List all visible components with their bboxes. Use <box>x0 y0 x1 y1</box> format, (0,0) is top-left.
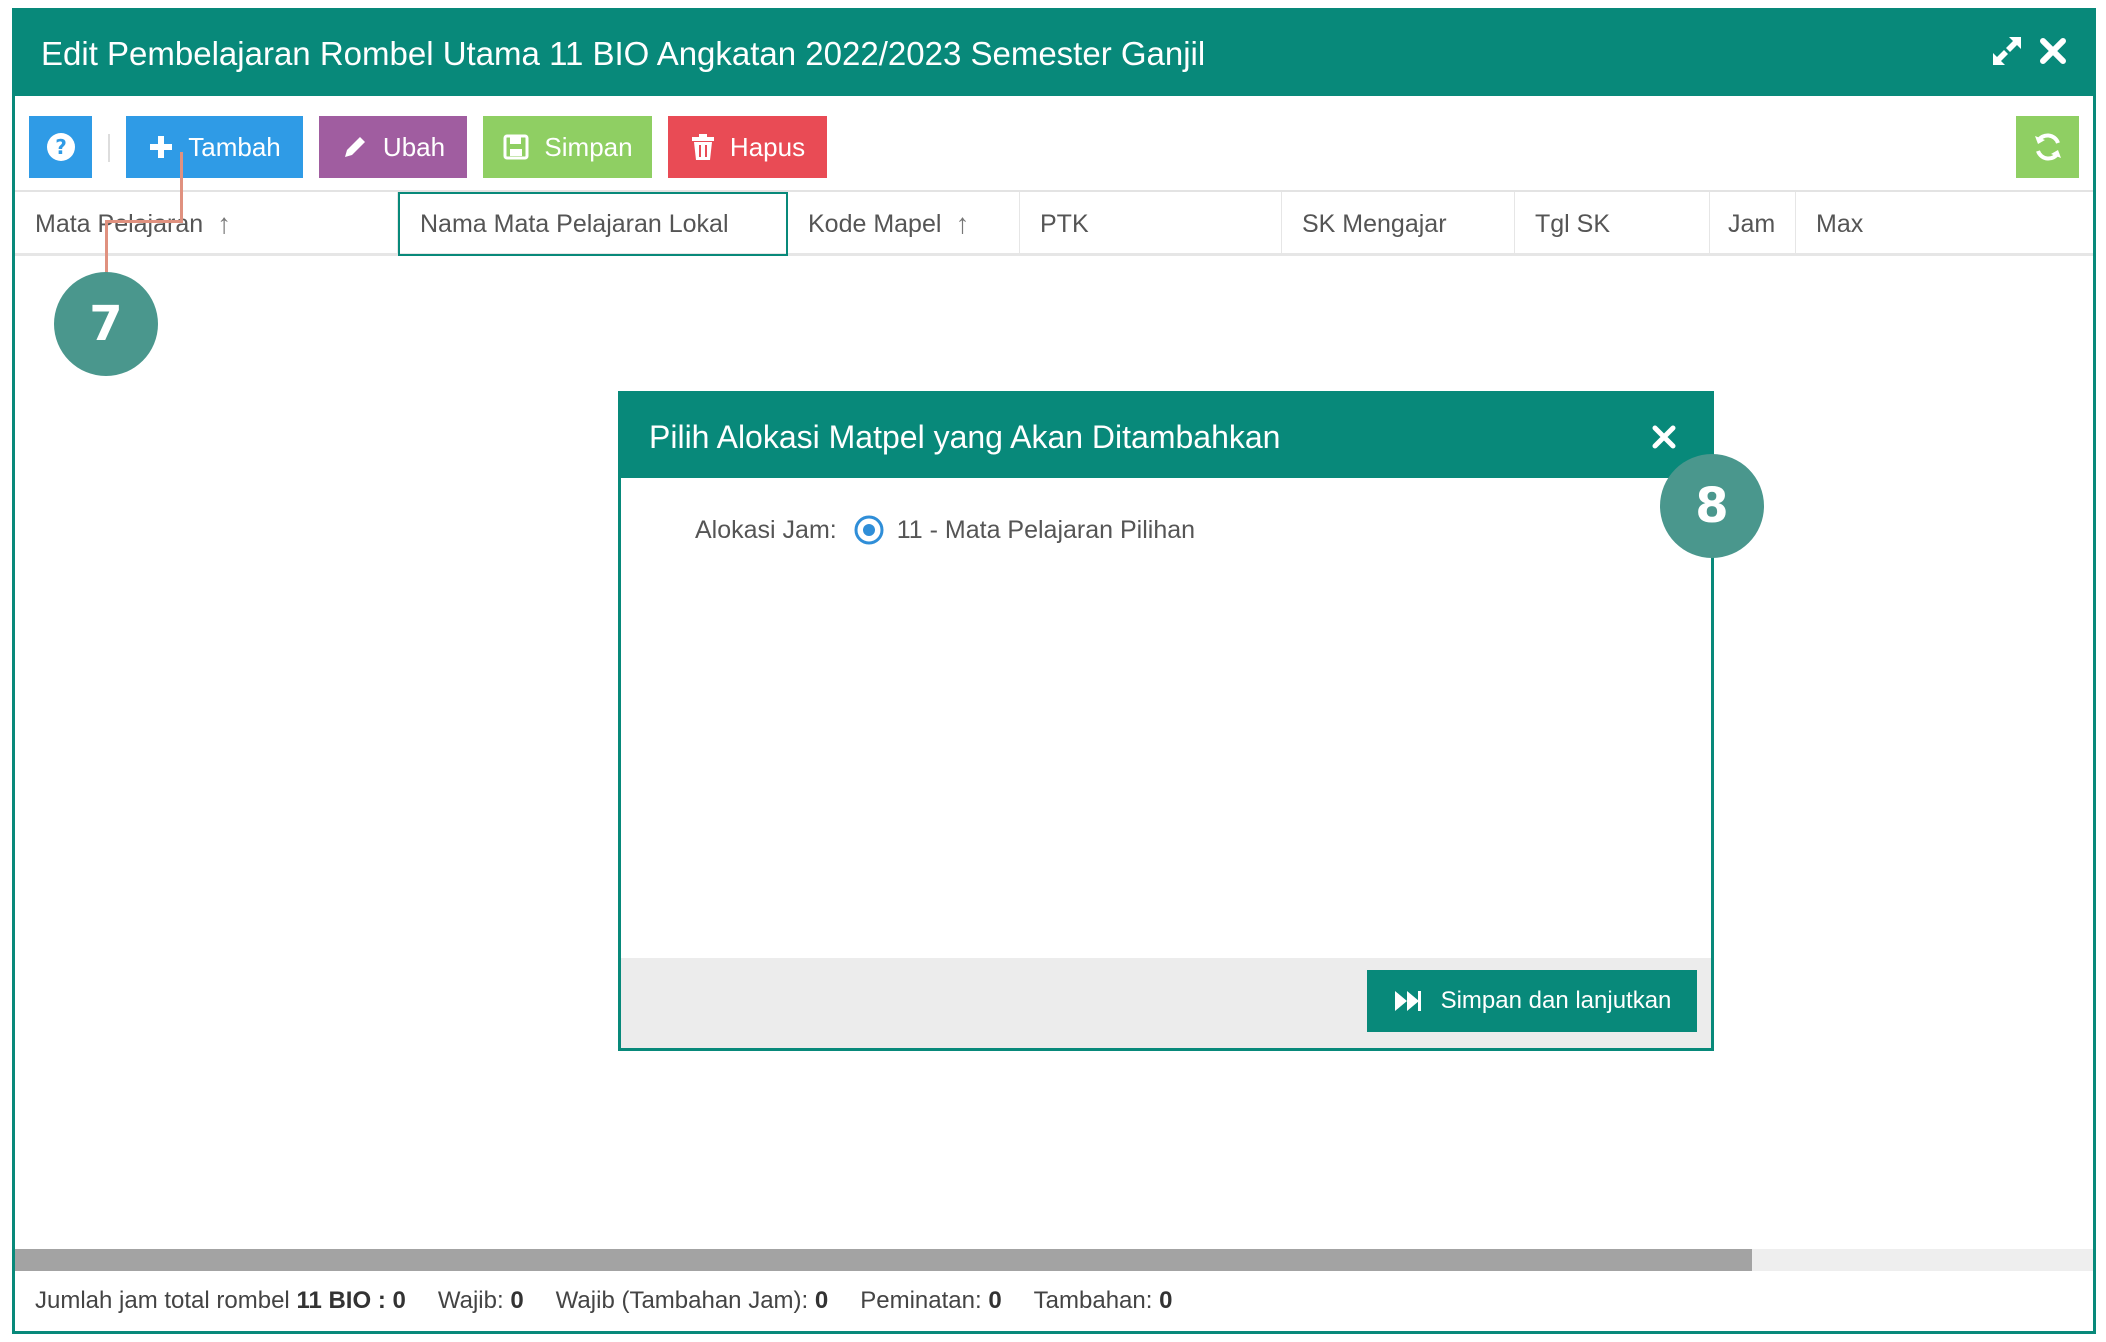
hapus-label: Hapus <box>729 131 806 162</box>
peminatan-summary: Peminatan: 0 <box>860 1287 1002 1314</box>
column-max[interactable]: Max <box>1796 192 2093 256</box>
ubah-label: Ubah <box>382 131 446 162</box>
alokasi-option-label[interactable]: 11 - Mata Pelajaran Pilihan <box>897 516 1195 545</box>
simpan-dan-lanjutkan-button[interactable]: Simpan dan lanjutkan <box>1367 970 1697 1032</box>
tambah-label: Tambah <box>188 131 281 162</box>
modal-footer: Simpan dan lanjutkan <box>621 958 1711 1048</box>
plus-icon <box>150 136 173 158</box>
column-label: Max <box>1816 209 1864 238</box>
modal-header: Pilih Alokasi Matpel yang Akan Ditambahk… <box>621 394 1711 478</box>
svg-text:?: ? <box>55 135 67 159</box>
wajib-tambahan-summary: Wajib (Tambahan Jam): 0 <box>555 1287 829 1314</box>
column-label: SK Mengajar <box>1302 209 1447 238</box>
column-sk-mengajar[interactable]: SK Mengajar <box>1282 192 1515 256</box>
tambah-button[interactable]: Tambah <box>126 116 303 178</box>
column-label: PTK <box>1040 209 1089 238</box>
scrollbar-thumb[interactable] <box>15 1249 1752 1271</box>
refresh-icon <box>2034 133 2061 161</box>
column-label: Jam <box>1728 209 1776 238</box>
callout-7-leader <box>105 220 183 223</box>
column-label: Kode Mapel <box>808 209 942 238</box>
alokasi-radio-button[interactable] <box>853 514 885 546</box>
column-jam[interactable]: Jam <box>1710 192 1796 256</box>
simpan-button[interactable]: Simpan <box>483 116 652 178</box>
modal-title: Pilih Alokasi Matpel yang Akan Ditambahk… <box>649 419 1281 455</box>
modal-close-icon[interactable] <box>1651 424 1677 450</box>
question-circle-icon: ? <box>46 133 75 161</box>
window-title: Edit Pembelajaran Rombel Utama 11 BIO An… <box>41 35 1206 72</box>
modal-body: Alokasi Jam: 11 - Mata Pelajaran Pilihan <box>621 478 1711 958</box>
column-tgl-sk[interactable]: Tgl SK <box>1515 192 1710 256</box>
hapus-button[interactable]: Hapus <box>668 116 827 178</box>
ubah-button[interactable]: Ubah <box>319 116 467 178</box>
column-nama-mata-pelajaran-lokal[interactable]: Nama Mata Pelajaran Lokal <box>398 192 788 256</box>
table-header: Mata Pelajaran ↑ Nama Mata Pelajaran Lok… <box>15 192 2093 256</box>
fast-forward-icon <box>1394 991 1421 1011</box>
callout-7-leader <box>180 152 183 222</box>
sort-arrow-icon: ↑ <box>217 208 232 239</box>
close-icon[interactable] <box>2035 33 2071 69</box>
wajib-summary: Wajib: 0 <box>437 1287 524 1314</box>
floppy-disk-icon <box>503 134 529 160</box>
summary-footer: Jumlah jam total rombel 11 BIO : 0 Wajib… <box>15 1271 2093 1331</box>
simpan-label: Simpan <box>544 131 633 162</box>
column-kode-mapel[interactable]: Kode Mapel ↑ <box>788 192 1020 256</box>
tambahan-summary: Tambahan: 0 <box>1033 1287 1173 1314</box>
step-8-callout: 8 <box>1660 454 1764 558</box>
column-label: Mata Pelajaran <box>35 209 204 238</box>
pilih-alokasi-modal: Pilih Alokasi Matpel yang Akan Ditambahk… <box>618 391 1714 1051</box>
step-7-callout: 7 <box>54 272 158 376</box>
maximize-icon[interactable] <box>1989 33 2025 69</box>
continue-label: Simpan dan lanjutkan <box>1440 987 1672 1014</box>
column-ptk[interactable]: PTK <box>1020 192 1282 256</box>
help-button[interactable]: ? <box>29 116 92 178</box>
sort-arrow-icon: ↑ <box>955 208 970 239</box>
toolbar: ? Tambah Ubah Simpan Hapus <box>15 96 2093 192</box>
column-label: Tgl SK <box>1535 209 1611 238</box>
total-jam-summary: Jumlah jam total rombel 11 BIO : 0 <box>35 1287 406 1314</box>
alokasi-jam-row: Alokasi Jam: 11 - Mata Pelajaran Pilihan <box>695 514 1195 546</box>
horizontal-scrollbar[interactable] <box>15 1249 2093 1271</box>
toolbar-divider <box>108 134 110 162</box>
window-titlebar: Edit Pembelajaran Rombel Utama 11 BIO An… <box>15 11 2093 96</box>
refresh-button[interactable] <box>2016 116 2079 178</box>
column-label: Nama Mata Pelajaran Lokal <box>420 209 729 238</box>
callout-7-leader <box>105 222 108 274</box>
trash-icon <box>691 134 714 160</box>
alokasi-jam-label: Alokasi Jam: <box>695 515 837 544</box>
column-mata-pelajaran[interactable]: Mata Pelajaran ↑ <box>15 192 398 256</box>
pencil-icon <box>344 137 365 157</box>
